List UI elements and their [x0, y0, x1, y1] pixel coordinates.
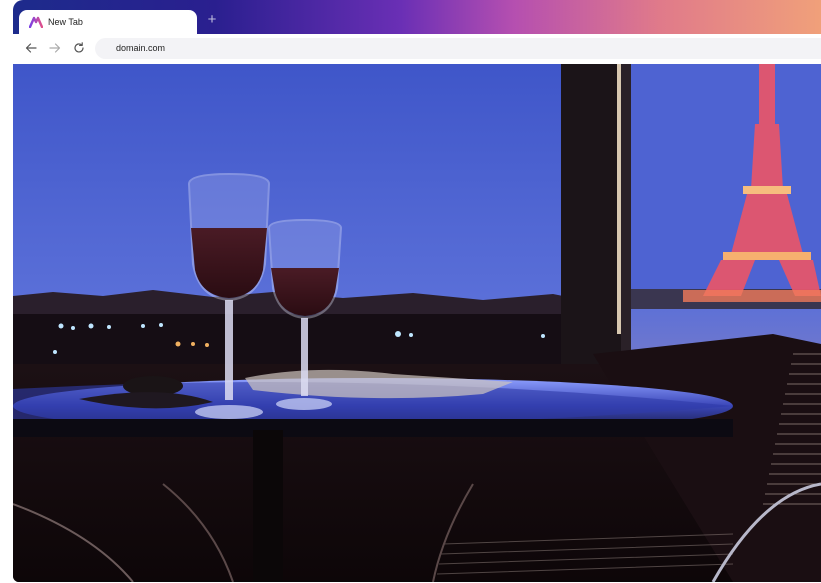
reload-icon — [74, 42, 84, 53]
address-url: domain.com — [116, 43, 166, 53]
arrow-left-icon — [25, 43, 37, 53]
forward-button[interactable] — [46, 39, 64, 57]
arrow-right-icon — [49, 43, 61, 53]
browser-logo-icon — [29, 16, 43, 28]
tab-title: New Tab — [48, 17, 83, 27]
page-content — [13, 64, 821, 582]
photo-wine-glasses-eiffel-tower — [13, 64, 821, 582]
browser-toolbar: domain.com — [13, 34, 821, 63]
tab-strip: New Tab + — [13, 0, 821, 34]
back-button[interactable] — [22, 39, 40, 57]
new-tab-button[interactable]: + — [204, 10, 220, 30]
tab-active[interactable]: New Tab — [19, 10, 197, 34]
address-bar[interactable]: domain.com — [95, 38, 821, 59]
reload-button[interactable] — [70, 39, 88, 57]
